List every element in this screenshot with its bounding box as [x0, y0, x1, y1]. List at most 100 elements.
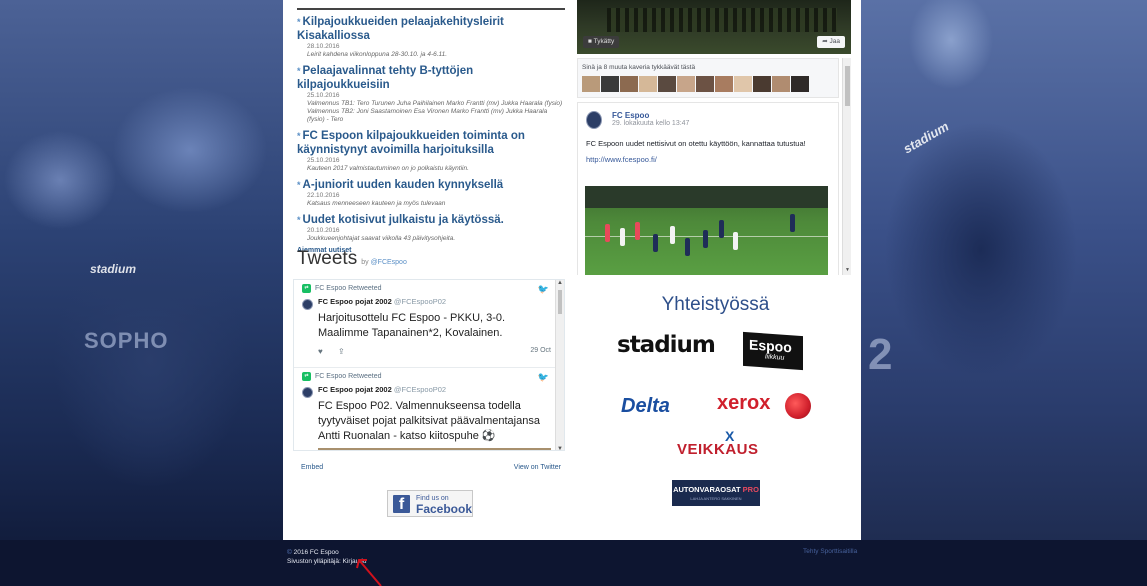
autonvaraosat-subtext: LAHJA ANTERO SAKKINEN	[690, 496, 742, 501]
friend-avatar[interactable]	[734, 76, 752, 92]
tweet-author[interactable]: FC Espoo pojat 2002	[318, 297, 392, 306]
post-photo[interactable]	[585, 186, 828, 275]
friend-avatar[interactable]	[601, 76, 619, 92]
news-item[interactable]: * Kilpajoukkueiden pelaajakehitysleirit K…	[297, 15, 565, 59]
jersey-number: 2	[868, 330, 893, 379]
shirt-sponsor-text: SOPHO	[84, 328, 169, 353]
liked-button[interactable]: ■ Tykätty	[583, 36, 620, 48]
friend-avatar[interactable]	[715, 76, 733, 92]
veikkaus-logo[interactable]: VEIKKAUS	[677, 441, 759, 458]
friend-avatar[interactable]	[620, 76, 638, 92]
copyright-symbol: ©	[287, 549, 292, 556]
tweet[interactable]: ⇄ FC Espoo Retweeted 🐦 FC Espoo pojat 200…	[294, 368, 557, 450]
friend-avatar[interactable]	[658, 76, 676, 92]
main-content: * Kilpajoukkueiden pelaajakehitysleirit K…	[283, 0, 861, 540]
news-divider	[297, 0, 565, 10]
espoo-liikkuu-logo[interactable]: Espoo liikkuu	[743, 331, 803, 371]
twitter-timeline[interactable]: ⇄ FC Espoo Retweeted 🐦 FC Espoo pojat 200…	[293, 279, 565, 451]
friend-faces	[582, 76, 838, 92]
news-date: 22.10.2016	[307, 192, 340, 199]
scrollbar-thumb[interactable]	[845, 66, 850, 106]
tweet-date[interactable]: 29 Oct	[530, 347, 551, 354]
news-title[interactable]: Pelaajavalinnat tehty B-tyttöjen kilpajo…	[297, 65, 473, 91]
background-photo-left: SOPHO stadium	[0, 0, 283, 586]
stadium-logo[interactable]: stadium	[617, 332, 716, 358]
friend-avatar[interactable]	[791, 76, 809, 92]
facebook-post[interactable]: FC Espoo 29. lokakuuta kello 13:47 FC Es…	[577, 102, 839, 275]
embed-link[interactable]: Embed	[301, 464, 323, 471]
facebook-icon: f	[393, 494, 410, 513]
share-icon[interactable]: ⇪	[338, 347, 345, 356]
background-photo-right: stadium	[861, 0, 1147, 586]
news-title[interactable]: A-juniorit uuden kauden kynnyksellä	[303, 179, 504, 191]
photo-player	[719, 220, 724, 238]
timeline-scrollbar[interactable]: ▲ ▼	[555, 280, 564, 450]
tweet-text: FC Espoo P02. Valmennukseensa todella ty…	[318, 400, 540, 442]
xerox-logo[interactable]: xerox	[717, 392, 770, 415]
scrollbar-thumb[interactable]	[558, 290, 562, 314]
espoo-logo-subtext: liikkuu	[765, 353, 785, 362]
sponsors-section: Yhteistyössä stadium Espoo liikkuu Delta…	[577, 282, 854, 522]
twitter-bird-icon[interactable]: 🐦	[538, 284, 549, 295]
tweet-media[interactable]	[318, 448, 551, 450]
facebook-page-widget[interactable]: ■ Tykätty ➦ Jaa Sinä ja 8 muuta kaveria …	[577, 0, 854, 275]
retweet-icon: ⇄	[302, 284, 311, 293]
news-title[interactable]: Kilpajoukkueiden pelaajakehitysleirit Ki…	[297, 16, 504, 42]
timeline-footer: Embed View on Twitter	[301, 464, 561, 471]
facebook-widget-scrollbar[interactable]: ▼	[842, 58, 851, 275]
friend-avatar[interactable]	[696, 76, 714, 92]
tweet[interactable]: ⇄ FC Espoo Retweeted 🐦 FC Espoo pojat 200…	[294, 280, 557, 368]
news-title[interactable]: Uudet kotisivut julkaistu ja käytössä.	[303, 214, 504, 226]
twitter-bird-icon[interactable]: 🐦	[538, 372, 549, 383]
autonvaraosat-logo[interactable]: AUTONVARAOSAT PRO LAHJA ANTERO SAKKINEN	[672, 480, 760, 506]
xerox-ball-icon[interactable]	[785, 393, 811, 419]
news-item[interactable]: * Uudet kotisivut julkaistu ja käytössä. …	[297, 213, 565, 243]
share-button[interactable]: ➦ Jaa	[817, 36, 845, 48]
cover-photo-people	[607, 8, 837, 32]
tweets-handle-link[interactable]: @FCEspoo	[371, 259, 407, 266]
photo-player	[703, 230, 708, 248]
shirt-brand-right: stadium	[900, 118, 952, 157]
news-item[interactable]: * Pelaajavalinnat tehty B-tyttöjen kilpaj…	[297, 64, 565, 124]
autonvaraosat-pro: PRO	[742, 485, 759, 494]
espoo-logo-text: Espoo	[749, 336, 792, 356]
tweet-author[interactable]: FC Espoo pojat 2002	[318, 385, 392, 394]
friend-avatar[interactable]	[639, 76, 657, 92]
photo-player	[670, 226, 675, 244]
friend-avatar[interactable]	[677, 76, 695, 92]
heart-icon[interactable]: ♥	[318, 347, 323, 356]
share-label: Jaa	[829, 38, 840, 45]
retweeted-label: FC Espoo Retweeted	[315, 373, 382, 380]
page-name[interactable]: FC Espoo	[612, 111, 689, 120]
shirt-brand-left: stadium	[90, 262, 137, 276]
news-title[interactable]: FC Espoon kilpajoukkueiden toiminta on k…	[297, 130, 525, 156]
avatar[interactable]	[302, 299, 313, 310]
facebook-cover-photo[interactable]: ■ Tykätty ➦ Jaa	[577, 0, 851, 54]
photo-player	[790, 214, 795, 232]
sporttisaitti-credit-link[interactable]: Tehty Sporttisaitilla	[803, 548, 857, 555]
photo-player	[653, 234, 658, 252]
scroll-up-icon[interactable]: ▲	[557, 280, 563, 286]
admin-prefix: Sivuston ylläpitäjä:	[287, 558, 341, 565]
view-on-twitter-link[interactable]: View on Twitter	[514, 464, 561, 471]
post-link[interactable]: http://www.fcespoo.fi/	[586, 155, 830, 164]
scroll-down-icon[interactable]: ▼	[557, 446, 563, 450]
friend-avatar[interactable]	[753, 76, 771, 92]
news-item[interactable]: * FC Espoon kilpajoukkueiden toiminta on …	[297, 129, 565, 173]
news-item[interactable]: * A-juniorit uuden kauden kynnyksellä 22.…	[297, 178, 565, 208]
news-ingress: Katsaus menneeseen kauteen ja myös tulev…	[307, 200, 446, 207]
footer-bar	[0, 540, 1147, 586]
page-avatar[interactable]	[586, 111, 602, 129]
delta-logo[interactable]: Delta	[621, 395, 670, 418]
friend-avatar[interactable]	[772, 76, 790, 92]
post-time[interactable]: 29. lokakuuta kello 13:47	[612, 120, 689, 127]
sponsors-title: Yhteistyössä	[661, 294, 770, 315]
photo-player	[605, 224, 610, 242]
avatar[interactable]	[302, 387, 313, 398]
scroll-down-icon[interactable]: ▼	[845, 267, 850, 273]
facebook-badge[interactable]: f Find us on Facebook	[387, 490, 473, 517]
friend-avatar[interactable]	[582, 76, 600, 92]
photo-stands	[585, 186, 828, 208]
tweet-handle[interactable]: @FCEspooP02	[394, 297, 446, 306]
tweet-handle[interactable]: @FCEspooP02	[394, 385, 446, 394]
